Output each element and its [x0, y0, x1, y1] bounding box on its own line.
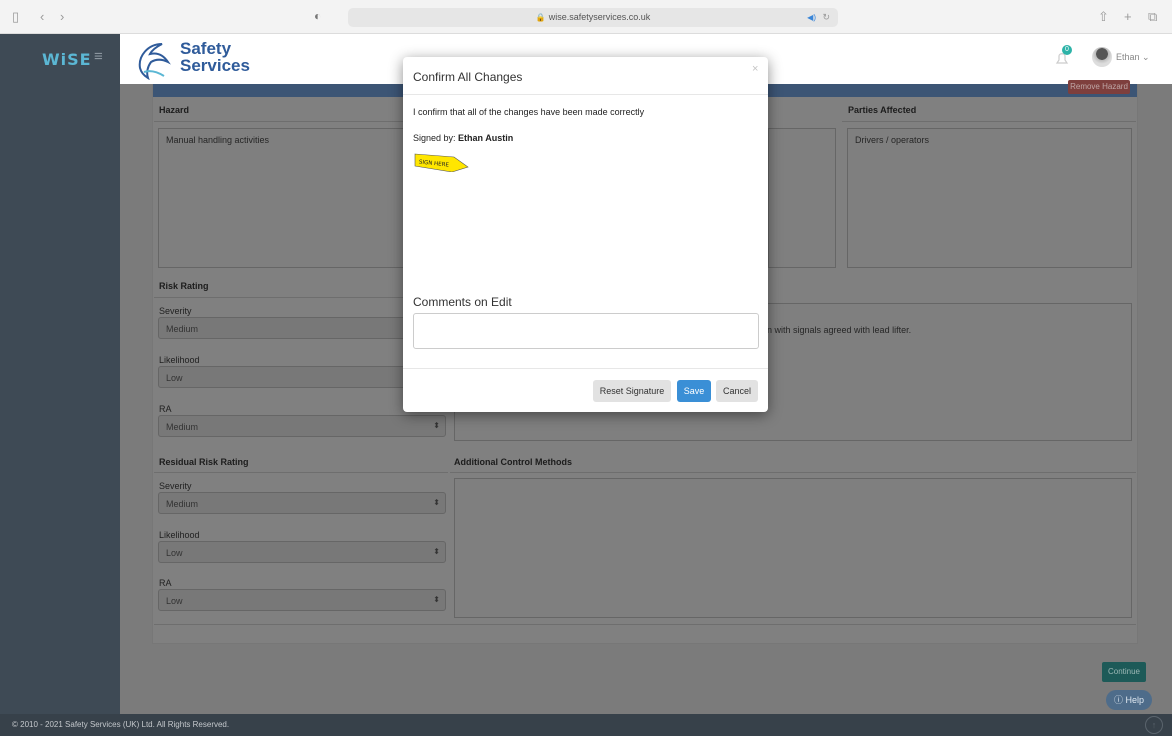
modal-title: Confirm All Changes [413, 70, 523, 84]
divider [154, 472, 448, 473]
hamburger-icon[interactable]: ≡ [94, 48, 103, 65]
parties-affected-label: Parties Affected [848, 105, 917, 115]
wise-logo[interactable]: WiSE [42, 50, 92, 69]
browser-chrome: ▯ ‹ › ◐ 🔒 wise.safetyservices.co.uk ◀) ↻ … [0, 0, 1172, 34]
parties-affected-field[interactable]: Drivers / operators [847, 128, 1132, 268]
additional-control-methods-label: Additional Control Methods [454, 457, 572, 467]
notification-badge: 0 [1062, 45, 1072, 55]
residual-ra-value: Low [166, 596, 183, 606]
shield-icon[interactable]: ◐ [314, 9, 321, 23]
residual-likelihood-value: Low [166, 548, 183, 558]
tabs-icon[interactable]: ⧉ [1148, 10, 1157, 24]
continue-button[interactable]: Continue [1102, 662, 1146, 682]
url-text: wise.safetyservices.co.uk [548, 12, 651, 22]
parties-affected-value: Drivers / operators [855, 135, 930, 145]
residual-risk-rating-label: Residual Risk Rating [159, 457, 249, 467]
hazard-label: Hazard [159, 105, 190, 115]
address-bar[interactable]: 🔒 wise.safetyservices.co.uk ◀) ↻ [348, 8, 838, 27]
lock-icon: 🔒 [535, 13, 546, 22]
divider [450, 472, 1136, 473]
user-menu[interactable]: Ethan ⌄ [1116, 52, 1150, 63]
reset-signature-button[interactable]: Reset Signature [593, 380, 671, 402]
reload-icon[interactable]: ↻ [822, 8, 830, 27]
signed-by-name: Ethan Austin [458, 133, 514, 143]
arrow-up-icon[interactable]: ↑ [1145, 716, 1163, 734]
comments-input[interactable] [413, 313, 759, 349]
close-icon[interactable]: × [752, 63, 758, 75]
brand-text: Safety Services [180, 40, 250, 74]
chevron-right-icon[interactable]: › [60, 10, 64, 24]
residual-severity-select[interactable]: Medium ⬍ [158, 492, 446, 514]
severity-label: Severity [159, 306, 192, 316]
residual-severity-label: Severity [159, 481, 192, 491]
signed-by: Signed by: Ethan Austin [413, 133, 513, 143]
control-methods-value: n with signals agreed with lead lifter. [767, 325, 912, 335]
user-name: Ethan [1116, 52, 1140, 62]
safety-services-logo[interactable]: Safety Services [130, 36, 280, 82]
hazard-value: Manual handling activities [166, 135, 270, 145]
sidebar [0, 84, 120, 714]
avatar[interactable] [1092, 47, 1112, 67]
help-icon: ⓘ [1113, 695, 1123, 705]
brand-line-2: Services [180, 56, 250, 75]
select-arrow-icon: ⬍ [433, 595, 440, 604]
speaker-icon[interactable]: ◀) [807, 8, 816, 27]
sign-here-flag[interactable]: SIGN HERE [414, 152, 470, 172]
plus-icon[interactable]: + [1124, 10, 1132, 24]
residual-ra-select[interactable]: Low ⬍ [158, 589, 446, 611]
select-arrow-icon: ⬍ [433, 498, 440, 507]
sidebar-toggle-icon[interactable]: ▯ [12, 10, 19, 24]
divider [154, 624, 1136, 625]
hazard-field[interactable]: Manual handling activities [158, 128, 444, 268]
likelihood-value: Low [166, 373, 183, 383]
confirm-text: I confirm that all of the changes have b… [413, 107, 645, 117]
cancel-button[interactable]: Cancel [716, 380, 758, 402]
save-button[interactable]: Save [677, 380, 711, 402]
dolphin-icon [138, 43, 171, 80]
residual-ra-label: RA [159, 578, 172, 588]
ra-label: RA [159, 404, 172, 414]
help-label: Help [1125, 695, 1145, 705]
modal-divider [403, 94, 768, 95]
share-icon[interactable]: ⇧ [1098, 10, 1109, 24]
help-button[interactable]: ⓘ Help [1106, 690, 1152, 710]
chevron-left-icon[interactable]: ‹ [40, 10, 44, 24]
signed-by-prefix: Signed by: [413, 133, 456, 143]
residual-likelihood-label: Likelihood [159, 530, 200, 540]
remove-hazard-button[interactable]: Remove Hazard [1068, 80, 1130, 94]
select-arrow-icon: ⬍ [433, 547, 440, 556]
copyright-text: © 2010 - 2021 Safety Services (UK) Ltd. … [12, 720, 230, 729]
residual-likelihood-select[interactable]: Low ⬍ [158, 541, 446, 563]
select-arrow-icon: ⬍ [433, 421, 440, 430]
severity-value: Medium [166, 324, 199, 334]
brand-line-1: Safety [180, 39, 232, 58]
ra-select[interactable]: Medium ⬍ [158, 415, 446, 437]
description-field[interactable] [768, 128, 836, 268]
risk-rating-label: Risk Rating [159, 281, 209, 291]
footer: © 2010 - 2021 Safety Services (UK) Ltd. … [0, 714, 1172, 736]
chevron-down-icon: ⌄ [1142, 52, 1150, 62]
comments-label: Comments on Edit [413, 295, 512, 309]
residual-severity-value: Medium [166, 499, 199, 509]
divider [842, 121, 1136, 122]
modal-divider [403, 368, 768, 369]
ra-value: Medium [166, 422, 199, 432]
confirm-changes-modal: Confirm All Changes × I confirm that all… [403, 57, 768, 412]
additional-control-methods-field[interactable] [454, 478, 1132, 618]
likelihood-label: Likelihood [159, 355, 200, 365]
